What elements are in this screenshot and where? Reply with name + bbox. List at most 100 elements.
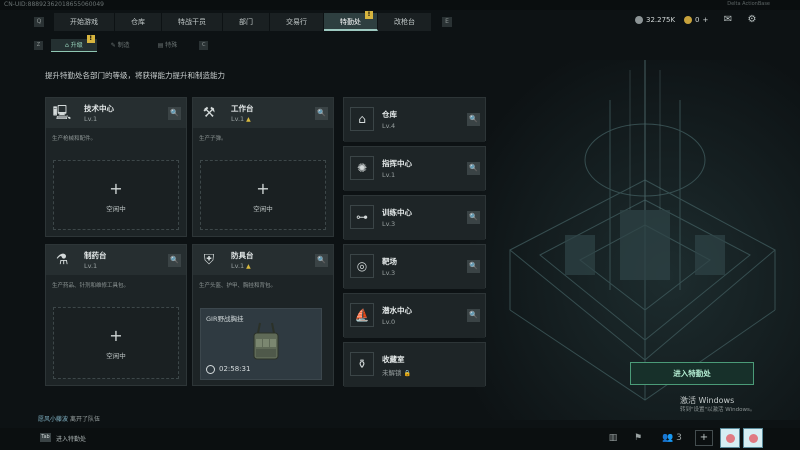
plus-icon: + xyxy=(256,179,270,198)
tab-special-ops[interactable]: 特勤处! xyxy=(324,11,378,31)
crafting-item[interactable]: GIR野战胸挂 02:58:31 xyxy=(200,308,322,380)
chest-rig-image xyxy=(253,322,279,360)
card-title: 防具台 xyxy=(231,251,254,260)
bottom-hint: 进入特勤处 xyxy=(56,436,87,443)
card-level: Lv.1 xyxy=(382,171,396,179)
nav-prev-key[interactable]: Q xyxy=(34,17,44,27)
silver-coin-icon xyxy=(635,16,643,24)
card-description: 生产头盔、护甲、胸挂和背包。 xyxy=(199,283,277,289)
search-icon[interactable]: 🔍 xyxy=(467,162,480,175)
subnav-next-key[interactable]: C xyxy=(199,41,209,50)
avatar[interactable] xyxy=(720,428,740,448)
search-icon[interactable]: 🔍 xyxy=(467,260,480,273)
workbench-workstation: ⚒ 工作台 Lv.1 ▲ 🔍 生产子弹。 + 空闲中 xyxy=(192,97,334,237)
facility-training-center[interactable]: ⊶ 训练中心 Lv.3 🔍 xyxy=(343,195,486,240)
target-icon: ◎ xyxy=(350,254,374,278)
alert-badge: ! xyxy=(365,11,373,19)
upgrade-arrow-icon: ▲ xyxy=(246,116,251,123)
card-title: 训练中心 xyxy=(382,208,412,217)
workbench-pharmacy: ⚗ 制药台 Lv.1 🔍 生产药品、针剂和维修工具包。 + 空闲中 xyxy=(45,244,187,386)
card-description: 生产子弹。 xyxy=(199,136,227,142)
card-level: Lv.3 xyxy=(382,269,396,277)
craft-slot[interactable]: + 空闲中 xyxy=(53,307,179,379)
card-level: Lv.1 xyxy=(84,262,98,270)
subtab-craft[interactable]: ✎ 制造 xyxy=(97,39,144,52)
craft-slot[interactable]: + 空闲中 xyxy=(53,160,179,230)
card-title: 制药台 xyxy=(84,251,107,260)
search-icon[interactable]: 🔍 xyxy=(168,254,181,267)
card-level: Lv.1 ▲ xyxy=(231,115,251,123)
subnav-prev-key[interactable]: Z xyxy=(34,41,43,50)
card-level: Lv.1 ▲ xyxy=(231,262,251,270)
search-icon[interactable]: 🔍 xyxy=(168,107,181,120)
friends-icon[interactable]: 👥 3 xyxy=(660,432,684,444)
diving-icon: ⛵ xyxy=(350,303,374,327)
slot-status: 空闲中 xyxy=(106,205,126,213)
tab-warehouse[interactable]: 仓库 xyxy=(115,13,162,31)
facility-diving-center[interactable]: ⛵ 潜水中心 Lv.0 🔍 xyxy=(343,293,486,338)
facility-collection-room[interactable]: ⚱ 收藏室 未解锁 🔒 xyxy=(343,342,486,387)
craft-timer: 02:58:31 xyxy=(219,365,251,373)
armor-icon: ⛨ xyxy=(203,252,215,268)
lock-icon: 🔒 xyxy=(403,370,411,377)
settings-gear-icon[interactable]: ⚙ xyxy=(746,14,758,26)
card-header[interactable]: ⚗ 制药台 Lv.1 🔍 xyxy=(46,245,186,275)
card-title: 靶场 xyxy=(382,257,397,266)
search-icon[interactable]: 🔍 xyxy=(315,107,328,120)
collection-icon: ⚱ xyxy=(350,352,374,376)
tab-departments[interactable]: 部门 xyxy=(223,13,270,31)
tab-operators[interactable]: 特战干员 xyxy=(162,13,223,31)
subtab-upgrade[interactable]: ⌂ 升级! xyxy=(51,35,97,52)
nav-next-key[interactable]: E xyxy=(442,17,452,27)
facility-warehouse[interactable]: ⌂ 仓库 Lv.4 🔍 xyxy=(343,97,486,142)
search-icon[interactable]: 🔍 xyxy=(467,113,480,126)
facility-shooting-range[interactable]: ◎ 靶场 Lv.3 🔍 xyxy=(343,244,486,289)
search-icon[interactable]: 🔍 xyxy=(467,309,480,322)
card-title: 技术中心 xyxy=(84,104,114,113)
card-title: 工作台 xyxy=(231,104,254,113)
card-header[interactable]: 🖳 技术中心 Lv.1 🔍 xyxy=(46,98,186,128)
dumbbell-icon: ⊶ xyxy=(350,205,374,229)
warehouse-icon: ⌂ xyxy=(350,107,374,131)
enter-special-ops-button[interactable]: 进入特勤处 xyxy=(630,362,754,385)
card-level: Lv.3 xyxy=(382,220,396,228)
slot-status: 空闲中 xyxy=(106,352,126,360)
card-title: 仓库 xyxy=(382,110,397,119)
upgrade-arrow-icon: ▲ xyxy=(246,263,251,270)
sub-nav: Z ⌂ 升级! ✎ 制造 ▤ 特殊 C xyxy=(34,35,209,52)
card-title: 指挥中心 xyxy=(382,159,412,168)
avatar[interactable] xyxy=(743,428,763,448)
tab-key[interactable]: Tab xyxy=(40,433,51,442)
page-hint: 提升特勤处各部门的等级，将获得能力提升和制造能力 xyxy=(45,71,225,80)
search-icon[interactable]: 🔍 xyxy=(467,211,480,224)
card-description: 生产枪械和配件。 xyxy=(52,136,97,142)
gold-currency[interactable]: 0 + xyxy=(684,16,708,24)
alert-badge: ! xyxy=(86,35,95,43)
stats-icon[interactable]: ▥ xyxy=(607,432,619,444)
silver-currency: 32.275K xyxy=(635,16,675,24)
player-uid: CN-UID:88892362018655060049 xyxy=(4,1,104,8)
microscope-icon: ⚗ xyxy=(55,252,69,268)
workbench-tech-center: 🖳 技术中心 Lv.1 🔍 生产枪械和配件。 + 空闲中 xyxy=(45,97,187,237)
subtab-special[interactable]: ▤ 特殊 xyxy=(144,39,192,52)
plus-icon: + xyxy=(109,326,123,345)
card-header[interactable]: ⛨ 防具台 Lv.1 ▲ 🔍 xyxy=(193,245,333,275)
top-bar xyxy=(0,0,800,10)
card-level: 未解锁 🔒 xyxy=(382,369,411,377)
search-icon[interactable]: 🔍 xyxy=(315,254,328,267)
main-nav: Q 开始游戏 仓库 特战干员 部门 交易行 特勤处! 改枪台 E xyxy=(34,11,452,31)
chip-icon: ✺ xyxy=(350,156,374,180)
flag-icon[interactable]: ⚑ xyxy=(632,432,644,444)
windows-activation-hint: 转到"设置"以激活 Windows。 xyxy=(680,407,756,413)
tab-trading[interactable]: 交易行 xyxy=(270,13,324,31)
tab-gunsmith[interactable]: 改枪台 xyxy=(378,13,432,31)
craft-slot[interactable]: + 空闲中 xyxy=(200,160,326,230)
card-header[interactable]: ⚒ 工作台 Lv.1 ▲ 🔍 xyxy=(193,98,333,128)
card-level: Lv.4 xyxy=(382,122,396,130)
facility-command-center[interactable]: ✺ 指挥中心 Lv.1 🔍 xyxy=(343,146,486,191)
mail-icon[interactable]: ✉ xyxy=(722,14,734,26)
workbench-armory: ⛨ 防具台 Lv.1 ▲ 🔍 生产头盔、护甲、胸挂和背包。 GIR野战胸挂 02:… xyxy=(192,244,334,386)
slot-status: 空闲中 xyxy=(253,205,273,213)
tab-start-game[interactable]: 开始游戏 xyxy=(54,13,115,31)
add-friend-button[interactable]: + xyxy=(695,430,713,446)
